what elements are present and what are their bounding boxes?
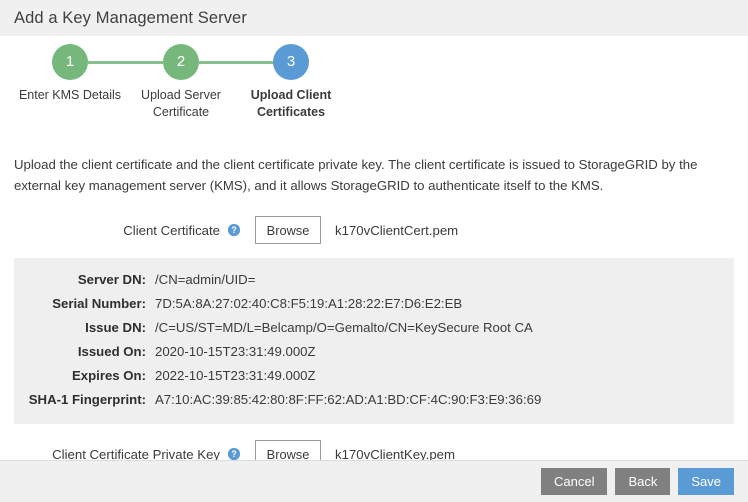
step-1-number: 1 [66,53,74,70]
dialog-footer: Cancel Back Save [0,460,748,502]
dialog-title-bar: Add a Key Management Server [0,0,748,36]
detail-row-sha1-fingerprint: SHA-1 Fingerprint: A7:10:AC:39:85:42:80:… [14,388,734,412]
detail-value-serial-number: 7D:5A:8A:27:02:40:C8:F5:19:A1:28:22:E7:D… [155,292,462,316]
step-3-circle: 3 [273,44,309,80]
stepper-connector-2-3 [199,61,274,64]
cancel-button[interactable]: Cancel [541,468,607,495]
save-button[interactable]: Save [678,468,734,495]
detail-value-server-dn: /CN=admin/UID= [155,268,255,292]
client-certificate-label: Client Certificate [0,223,220,238]
client-certificate-file-name: k170vClientCert.pem [335,223,458,238]
detail-label-sha1-fingerprint: SHA-1 Fingerprint: [14,388,146,412]
detail-value-sha1-fingerprint: A7:10:AC:39:85:42:80:8F:FF:62:AD:A1:BD:C… [155,388,541,412]
step-2-number: 2 [177,53,185,70]
detail-row-issue-dn: Issue DN: /C=US/ST=MD/L=Belcamp/O=Gemalt… [14,316,734,340]
detail-label-serial-number: Serial Number: [14,292,146,316]
wizard-stepper: 1 Enter KMS Details 2 Upload Server Cert… [0,44,748,154]
detail-row-expires-on: Expires On: 2022-10-15T23:31:49.000Z [14,364,734,388]
detail-value-expires-on: 2022-10-15T23:31:49.000Z [155,364,316,388]
stepper-step-2[interactable]: 2 Upload Server Certificate [126,44,236,121]
stepper-step-1[interactable]: 1 Enter KMS Details [15,44,125,104]
svg-text:?: ? [231,225,236,235]
detail-row-issued-on: Issued On: 2020-10-15T23:31:49.000Z [14,340,734,364]
detail-label-server-dn: Server DN: [14,268,146,292]
description-text: Upload the client certificate and the cl… [14,154,734,196]
detail-label-issue-dn: Issue DN: [14,316,146,340]
step-2-circle: 2 [163,44,199,80]
stepper-step-3[interactable]: 3 Upload Client Certificates [236,44,346,121]
back-button[interactable]: Back [615,468,670,495]
detail-label-expires-on: Expires On: [14,364,146,388]
page-title: Add a Key Management Server [14,9,247,28]
detail-row-server-dn: Server DN: /CN=admin/UID= [14,268,734,292]
step-3-label: Upload Client Certificates [236,87,346,121]
step-1-label: Enter KMS Details [15,87,125,104]
detail-row-serial-number: Serial Number: 7D:5A:8A:27:02:40:C8:F5:1… [14,292,734,316]
detail-value-issue-dn: /C=US/ST=MD/L=Belcamp/O=Gemalto/CN=KeySe… [155,316,533,340]
step-3-number: 3 [287,53,295,70]
help-circle-icon[interactable]: ? [227,223,241,237]
svg-text:?: ? [231,449,236,459]
step-1-circle: 1 [52,44,88,80]
certificate-details-panel: Server DN: /CN=admin/UID= Serial Number:… [14,258,734,424]
client-certificate-browse-button[interactable]: Browse [255,216,321,244]
help-circle-icon[interactable]: ? [227,447,241,461]
stepper-connector-1-2 [88,61,163,64]
detail-value-issued-on: 2020-10-15T23:31:49.000Z [155,340,316,364]
detail-label-issued-on: Issued On: [14,340,146,364]
client-certificate-row: Client Certificate ? Browse k170vClientC… [0,216,748,244]
step-2-label: Upload Server Certificate [126,87,236,121]
